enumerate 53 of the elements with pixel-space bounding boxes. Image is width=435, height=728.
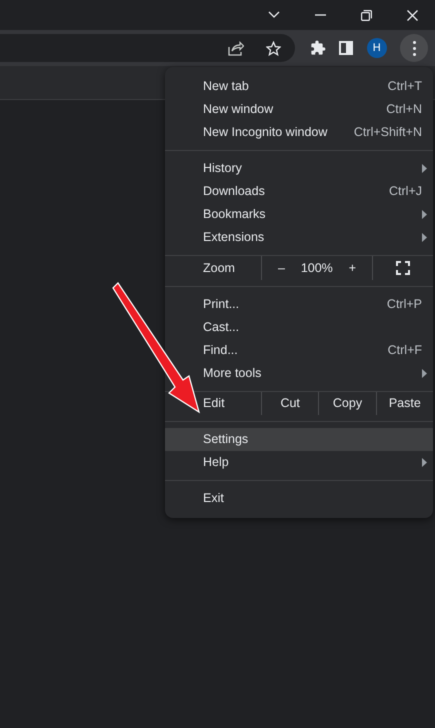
zoom-level: 100% — [300, 260, 333, 277]
menu-item-label: New tab — [203, 78, 250, 96]
menu-item-label: New Incognito window — [203, 124, 328, 142]
shortcut-label: Ctrl+F — [388, 342, 422, 360]
puzzle-icon[interactable] — [310, 40, 326, 56]
menu-item[interactable]: Downloads Ctrl+J — [195, 180, 433, 203]
menu-item[interactable]: New window Ctrl+N — [195, 98, 433, 121]
menu-item[interactable]: History — [195, 157, 433, 180]
menu-item-label: History — [203, 160, 243, 178]
menu-item-label: More tools — [203, 365, 262, 382]
chevron-down-icon[interactable] — [268, 11, 280, 19]
restore-icon[interactable] — [360, 10, 372, 20]
menu-item-label: Help — [203, 454, 230, 472]
edit-action-button[interactable]: Cut — [261, 392, 318, 415]
menu-item[interactable]: New tab Ctrl+T — [195, 75, 433, 98]
share-icon[interactable] — [228, 40, 244, 56]
menu-item-label: Exit — [203, 490, 225, 508]
shortcut-label: Ctrl+Shift+N — [354, 124, 422, 142]
edit-label: Edit — [202, 395, 226, 412]
star-icon[interactable] — [266, 40, 281, 56]
menu-item-label: Find... — [203, 342, 239, 360]
menu-item[interactable]: New Incognito window Ctrl+Shift+N — [195, 121, 433, 144]
menu-item[interactable]: Find... Ctrl+F — [195, 339, 433, 362]
menu-button[interactable] — [400, 34, 428, 62]
menu-item[interactable]: Settings — [195, 428, 433, 451]
menu-item[interactable]: Extensions — [195, 226, 433, 249]
menu-item-label: Downloads — [203, 183, 266, 200]
fullscreen-icon[interactable] — [396, 261, 410, 275]
shortcut-label: Ctrl+J — [389, 183, 422, 200]
zoom-label: Zoom — [202, 260, 236, 277]
side-panel-icon[interactable] — [339, 41, 354, 55]
menu-item-label: Bookmarks — [203, 206, 267, 224]
menu-item-label: Cast... — [203, 319, 240, 336]
menu-item[interactable]: Print... Ctrl+P — [195, 293, 433, 316]
menu-item-label: New window — [203, 101, 274, 118]
zoom-out-button[interactable]: – — [274, 258, 289, 278]
shortcut-label: Ctrl+T — [388, 78, 422, 96]
edit-action-button[interactable]: Copy — [318, 392, 376, 415]
menu-item[interactable]: More tools — [195, 362, 433, 385]
menu-item-label: Print... — [203, 296, 240, 314]
minimize-icon[interactable] — [314, 14, 326, 16]
menu-item[interactable]: Cast... — [195, 316, 433, 339]
shortcut-label: Ctrl+N — [386, 101, 422, 118]
menu-item-label: Extensions — [203, 229, 266, 246]
zoom-in-button[interactable]: + — [344, 258, 360, 278]
edit-action-button[interactable]: Paste — [376, 392, 433, 415]
menu-item[interactable]: Bookmarks — [195, 203, 433, 226]
menu-item[interactable]: Exit — [195, 487, 433, 510]
menu-item[interactable]: Help — [195, 451, 433, 474]
menu-item-label: Settings — [203, 431, 250, 448]
profile-avatar[interactable]: H — [366, 38, 387, 58]
close-icon[interactable] — [406, 10, 418, 20]
shortcut-label: Ctrl+P — [386, 296, 422, 314]
